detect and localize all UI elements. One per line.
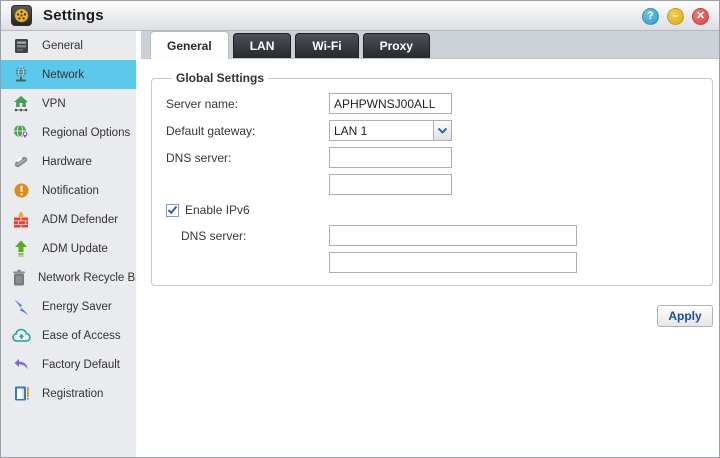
dns-server-row-2 (166, 174, 698, 195)
sidebar-item-registration[interactable]: Registration (1, 379, 136, 408)
settings-window: Settings ? – ✕ General Network VPN Regional… (0, 0, 720, 458)
default-gateway-value: LAN 1 (330, 121, 433, 140)
gear-reel-icon (14, 8, 29, 23)
checkmark-icon (167, 205, 178, 215)
sidebar-item-ease-of-access[interactable]: Ease of Access (1, 321, 136, 350)
enable-ipv6-label: Enable IPv6 (185, 203, 250, 217)
sidebar-item-regional-options[interactable]: Regional Options (1, 118, 136, 147)
sidebar-item-label: ADM Defender (42, 214, 118, 226)
sidebar-item-vpn[interactable]: VPN (1, 89, 136, 118)
close-button[interactable]: ✕ (692, 8, 709, 25)
lightning-icon (11, 298, 31, 316)
ipv6-dns-input-2[interactable] (329, 252, 577, 273)
tab-proxy[interactable]: Proxy (363, 33, 430, 58)
sidebar-item-adm-defender[interactable]: ADM Defender (1, 205, 136, 234)
network-globe-icon (11, 66, 31, 84)
server-icon (11, 37, 31, 55)
dropdown-trigger[interactable] (433, 121, 451, 140)
sidebar-item-general[interactable]: General (1, 31, 136, 60)
sidebar-item-network[interactable]: Network (1, 60, 136, 89)
dns-server-input-2[interactable] (329, 174, 452, 195)
sidebar-item-network-recycle-bin[interactable]: Network Recycle Bin (1, 263, 136, 292)
firewall-icon (11, 211, 31, 229)
sidebar-item-label: General (42, 40, 83, 52)
undo-arrow-icon (11, 356, 31, 374)
default-gateway-label: Default gateway: (166, 124, 329, 138)
sidebar-item-label: Network Recycle Bin (38, 272, 141, 284)
settings-sidebar: General Network VPN Regional Options Hardwar… (1, 31, 141, 457)
sidebar-item-label: Registration (42, 388, 103, 400)
server-name-label: Server name: (166, 97, 329, 111)
help-button[interactable]: ? (642, 8, 659, 25)
globe-pin-icon (11, 124, 31, 142)
cloud-arrow-icon (11, 327, 31, 345)
enable-ipv6-checkbox[interactable] (166, 204, 179, 217)
sidebar-item-label: Regional Options (42, 127, 130, 139)
enable-ipv6-row: Enable IPv6 (166, 201, 698, 219)
sidebar-item-energy-saver[interactable]: Energy Saver (1, 292, 136, 321)
sidebar-item-label: ADM Update (42, 243, 108, 255)
sidebar-item-label: Factory Default (42, 359, 120, 371)
default-gateway-select[interactable]: LAN 1 (329, 120, 452, 141)
sidebar-item-adm-update[interactable]: ADM Update (1, 234, 136, 263)
tab-general[interactable]: General (150, 31, 229, 59)
sidebar-item-label: Energy Saver (42, 301, 112, 313)
default-gateway-row: Default gateway: LAN 1 (166, 120, 698, 141)
ipv6-dns-row-1: DNS server: (166, 225, 698, 246)
minimize-button[interactable]: – (667, 8, 684, 25)
clipboard-pen-icon (11, 385, 31, 403)
window-controls: ? – ✕ (642, 8, 709, 25)
wrench-icon (11, 153, 31, 171)
window-title: Settings (43, 7, 104, 24)
sidebar-item-hardware[interactable]: Hardware (1, 147, 136, 176)
sidebar-item-factory-default[interactable]: Factory Default (1, 350, 136, 379)
alert-icon (11, 182, 31, 200)
trash-icon (11, 269, 27, 287)
global-settings-fieldset: Global Settings Server name: Default gat… (151, 71, 713, 286)
dns-server-label: DNS server: (166, 151, 329, 165)
sidebar-item-label: Network (42, 69, 84, 81)
apply-button[interactable]: Apply (657, 305, 713, 327)
ipv6-dns-label: DNS server: (166, 229, 329, 243)
title-bar: Settings ? – ✕ (1, 1, 719, 31)
tab-bar: GeneralLANWi-FiProxy (141, 31, 719, 59)
sidebar-item-label: Notification (42, 185, 99, 197)
sidebar-item-label: Ease of Access (42, 330, 121, 342)
chevron-down-icon (438, 128, 447, 134)
vpn-house-icon (11, 95, 31, 113)
dns-server-row-1: DNS server: (166, 147, 698, 168)
sidebar-item-notification[interactable]: Notification (1, 176, 136, 205)
ipv6-dns-input-1[interactable] (329, 225, 577, 246)
settings-app-icon (11, 5, 32, 26)
server-name-input[interactable] (329, 93, 452, 114)
dns-server-input-1[interactable] (329, 147, 452, 168)
tab-wi-fi[interactable]: Wi-Fi (295, 33, 358, 58)
update-arrow-icon (11, 240, 31, 258)
ipv6-dns-row-2 (166, 252, 698, 273)
global-settings-legend: Global Settings (172, 71, 268, 85)
sidebar-item-label: Hardware (42, 156, 92, 168)
sidebar-item-label: VPN (42, 98, 66, 110)
server-name-row: Server name: (166, 93, 698, 114)
apply-row: Apply (151, 305, 713, 327)
general-tab-panel: Global Settings Server name: Default gat… (141, 59, 719, 457)
tab-lan[interactable]: LAN (233, 33, 292, 58)
main-content: GeneralLANWi-FiProxy Global Settings Ser… (141, 31, 719, 457)
